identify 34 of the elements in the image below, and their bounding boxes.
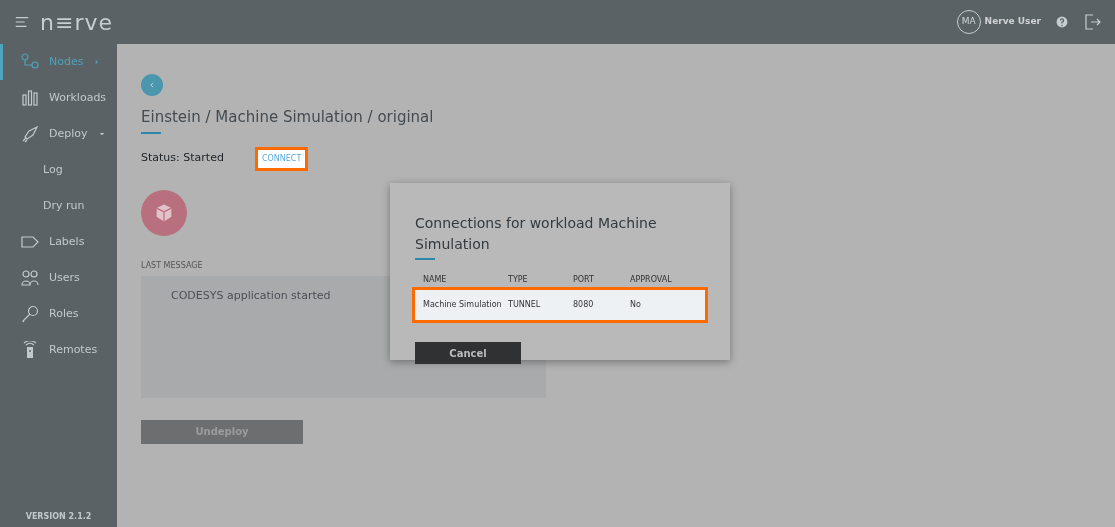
page-title: Einstein / Machine Simulation / original	[141, 107, 435, 128]
logout-icon[interactable]	[1083, 13, 1101, 31]
column-header: APPROVAL	[630, 274, 673, 286]
logo: n≡rve	[40, 8, 113, 37]
tag-icon	[21, 233, 39, 251]
connect-link[interactable]: CONNECT	[257, 149, 306, 168]
sidebar-item[interactable]: Roles	[0, 296, 117, 332]
user-name[interactable]: Nerve User	[984, 15, 1041, 29]
bars-icon	[21, 89, 39, 107]
table-row[interactable]: Machine Simulation TUNNEL 8080 No	[415, 290, 705, 320]
sidebar-subitem[interactable]: Dry run	[0, 188, 117, 224]
help-icon[interactable]	[1055, 15, 1069, 29]
cancel-button[interactable]: Cancel	[415, 342, 521, 364]
status-text: Status: Started	[141, 150, 224, 167]
sidebar-item[interactable]: Workloads	[0, 80, 117, 116]
version-text: VERSION 2.1.2	[24, 511, 93, 523]
sidebar-item[interactable]: Nodes	[0, 44, 117, 80]
key-icon	[21, 305, 39, 323]
sidebar-item[interactable]: Remotes	[0, 332, 117, 368]
remote-icon	[21, 341, 39, 359]
sidebar-item[interactable]: Deploy	[0, 116, 117, 152]
sidebar-item[interactable]: Labels	[0, 224, 117, 260]
message-text: CODESYS application started	[171, 288, 331, 302]
users-icon	[21, 269, 39, 287]
menu-icon[interactable]	[14, 14, 30, 30]
column-header: NAME	[423, 274, 448, 286]
network-icon	[21, 53, 39, 71]
sidebar-subitem[interactable]: Log	[0, 152, 117, 188]
section-label: LAST MESSAGE	[141, 260, 203, 270]
rocket-icon	[21, 125, 39, 143]
column-header: TYPE	[508, 274, 529, 286]
column-header: PORT	[573, 274, 595, 286]
modal-title: Connections for workload Machine Simulation	[415, 214, 658, 254]
sidebar-item[interactable]: Users	[0, 260, 117, 296]
